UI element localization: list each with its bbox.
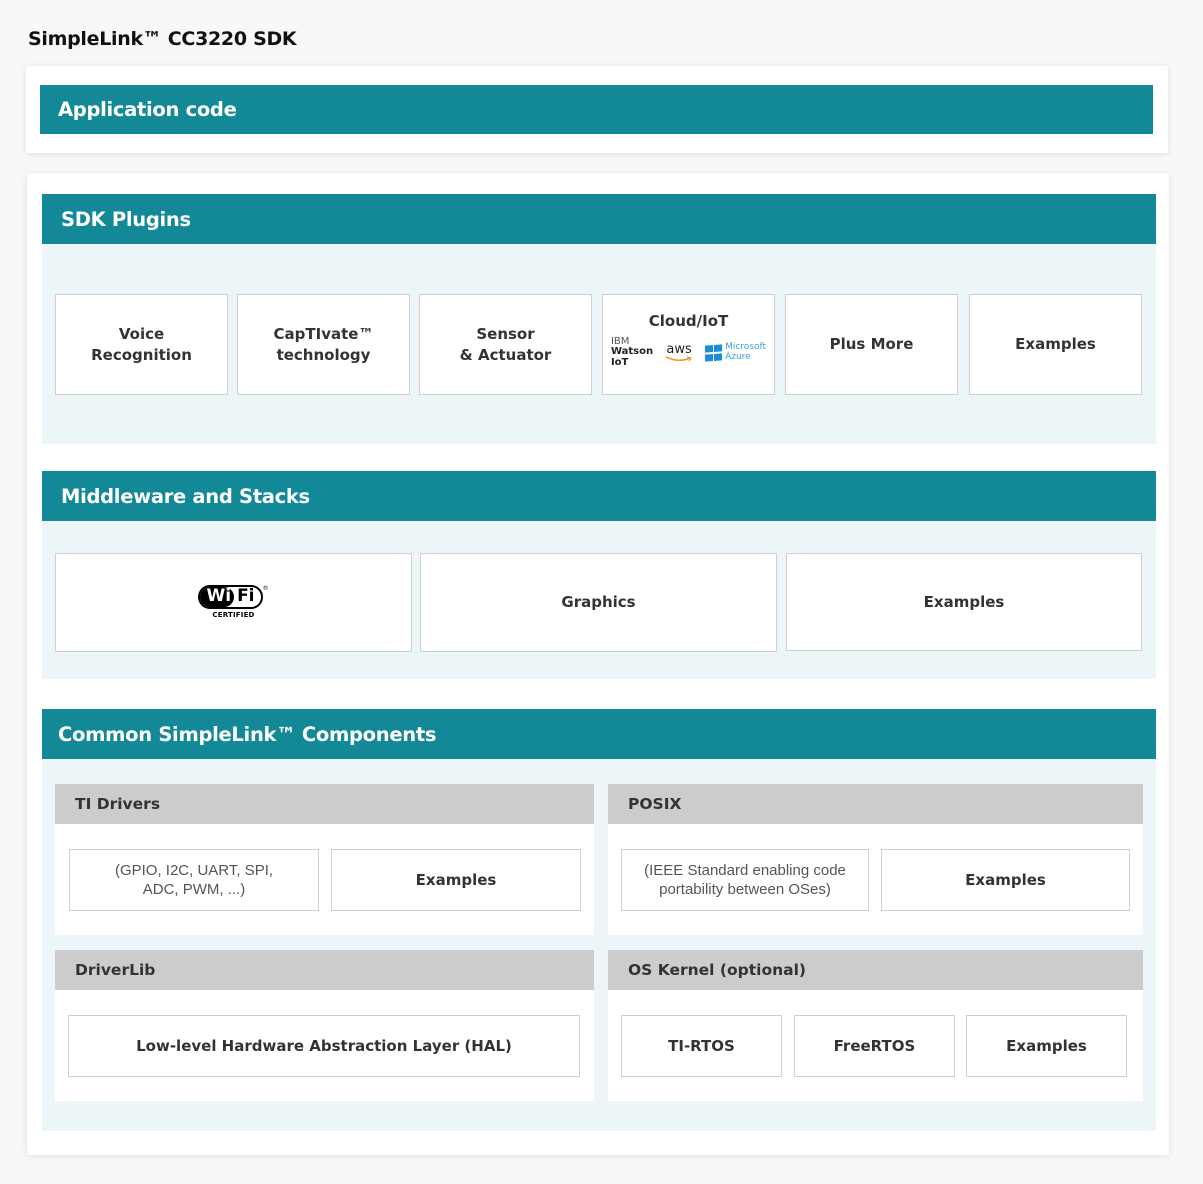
page-title: SimpleLink™ CC3220 SDK — [28, 28, 297, 50]
wifi-badge: Wi Fi — [198, 584, 263, 609]
plugin-label-line: & Actuator — [459, 345, 552, 364]
plugin-sensor-actuator: Sensor & Actuator — [419, 294, 592, 395]
plugin-label-line: Voice — [118, 324, 165, 343]
plugin-label-line: technology — [276, 345, 371, 364]
plugin-captivate: CapTIvate™ technology — [237, 294, 410, 395]
microsoft-azure-logo: Microsoft Azure — [705, 342, 766, 362]
hal-label: Low-level Hardware Abstraction Layer (HA… — [136, 1036, 512, 1055]
middleware-examples: Examples — [786, 553, 1142, 651]
ti-drivers-panel: TI Drivers (GPIO, I2C, UART, SPI, ADC, P… — [55, 784, 594, 935]
middleware-label: Graphics — [561, 593, 636, 611]
plugin-plus-more: Plus More — [785, 294, 958, 395]
hal-box: Low-level Hardware Abstraction Layer (HA… — [68, 1015, 580, 1077]
middleware-label: Examples — [923, 592, 1005, 611]
plugin-label-line: CapTIvate™ — [273, 324, 374, 343]
posix-header: POSIX — [608, 784, 1143, 824]
os-kernel-header: OS Kernel (optional) — [608, 950, 1143, 990]
iot-logo-text: IoT — [610, 356, 629, 368]
os-kernel-examples: Examples — [966, 1015, 1127, 1077]
azure-logo-text: Azure — [725, 351, 751, 362]
registered-mark: ® — [262, 584, 269, 592]
plugin-label-line: Sensor — [476, 324, 535, 343]
plugin-label-line: Plus More — [829, 335, 914, 353]
posix-description: (IEEE Standard enabling code portability… — [621, 849, 869, 911]
plugin-label-line: Recognition — [91, 345, 192, 364]
common-components-header: Common SimpleLink™ Components — [42, 709, 1156, 759]
cloud-logos: IBM Watson IoT aws Microsoft Azure — [610, 336, 766, 369]
os-kernel-freertos: FreeRTOS — [794, 1015, 955, 1077]
description-line: ADC, PWM, ...) — [142, 881, 246, 898]
cloud-iot-title: Cloud/IoT — [648, 311, 729, 330]
application-card: Application code — [26, 66, 1168, 153]
driverlib-header: DriverLib — [55, 950, 594, 990]
wifi-wi-text: Wi — [200, 586, 235, 607]
os-kernel-ti-rtos: TI-RTOS — [621, 1015, 782, 1077]
plugin-examples: Examples — [969, 294, 1142, 395]
sdk-plugins-header: SDK Plugins — [42, 194, 1156, 244]
os-kernel-label: FreeRTOS — [833, 1036, 916, 1055]
aws-logo-text: aws — [666, 342, 692, 357]
aws-smile-icon — [665, 356, 693, 362]
common-components-panel: Common SimpleLink™ Components TI Drivers… — [42, 709, 1156, 1131]
wifi-certified-caption: CERTIFIED — [212, 610, 255, 619]
middleware-graphics: Graphics — [420, 553, 777, 652]
os-kernel-label: TI-RTOS — [668, 1036, 735, 1055]
wifi-certified-logo: Wi Fi ® CERTIFIED — [198, 584, 269, 621]
posix-panel: POSIX (IEEE Standard enabling code porta… — [608, 784, 1143, 935]
plugin-label-line: Examples — [1015, 335, 1096, 353]
wifi-fi-text: Fi — [237, 585, 255, 606]
description-line: (IEEE Standard enabling code — [644, 861, 846, 879]
examples-label: Examples — [415, 870, 497, 889]
os-kernel-label: Examples — [1006, 1036, 1087, 1055]
aws-logo: aws — [665, 343, 693, 362]
ti-drivers-header: TI Drivers — [55, 784, 594, 824]
description-line: portability between OSes) — [659, 881, 831, 898]
windows-icon — [705, 343, 723, 362]
examples-label: Examples — [965, 870, 1046, 889]
sdk-plugins-panel: SDK Plugins Voice Recognition CapTIvate™… — [42, 194, 1156, 444]
ibm-watson-iot-logo: IBM Watson IoT — [610, 336, 653, 369]
ti-drivers-examples: Examples — [331, 849, 581, 911]
application-code-bar: Application code — [40, 85, 1153, 134]
middleware-header: Middleware and Stacks — [42, 471, 1156, 521]
ti-drivers-description: (GPIO, I2C, UART, SPI, ADC, PWM, ...) — [69, 849, 319, 911]
os-kernel-panel: OS Kernel (optional) TI-RTOS FreeRTOS Ex… — [608, 950, 1143, 1101]
plugin-voice-recognition: Voice Recognition — [55, 294, 228, 395]
middleware-panel: Middleware and Stacks Wi Fi ® CERTIFIED … — [42, 471, 1156, 679]
driverlib-panel: DriverLib Low-level Hardware Abstraction… — [55, 950, 594, 1101]
description-line: (GPIO, I2C, UART, SPI, — [114, 861, 274, 879]
middleware-wifi: Wi Fi ® CERTIFIED — [55, 553, 412, 652]
posix-examples: Examples — [881, 849, 1130, 911]
sdk-card: SDK Plugins Voice Recognition CapTIvate™… — [27, 173, 1169, 1155]
plugin-cloud-iot: Cloud/IoT IBM Watson IoT aws Microsoft A… — [602, 294, 775, 395]
